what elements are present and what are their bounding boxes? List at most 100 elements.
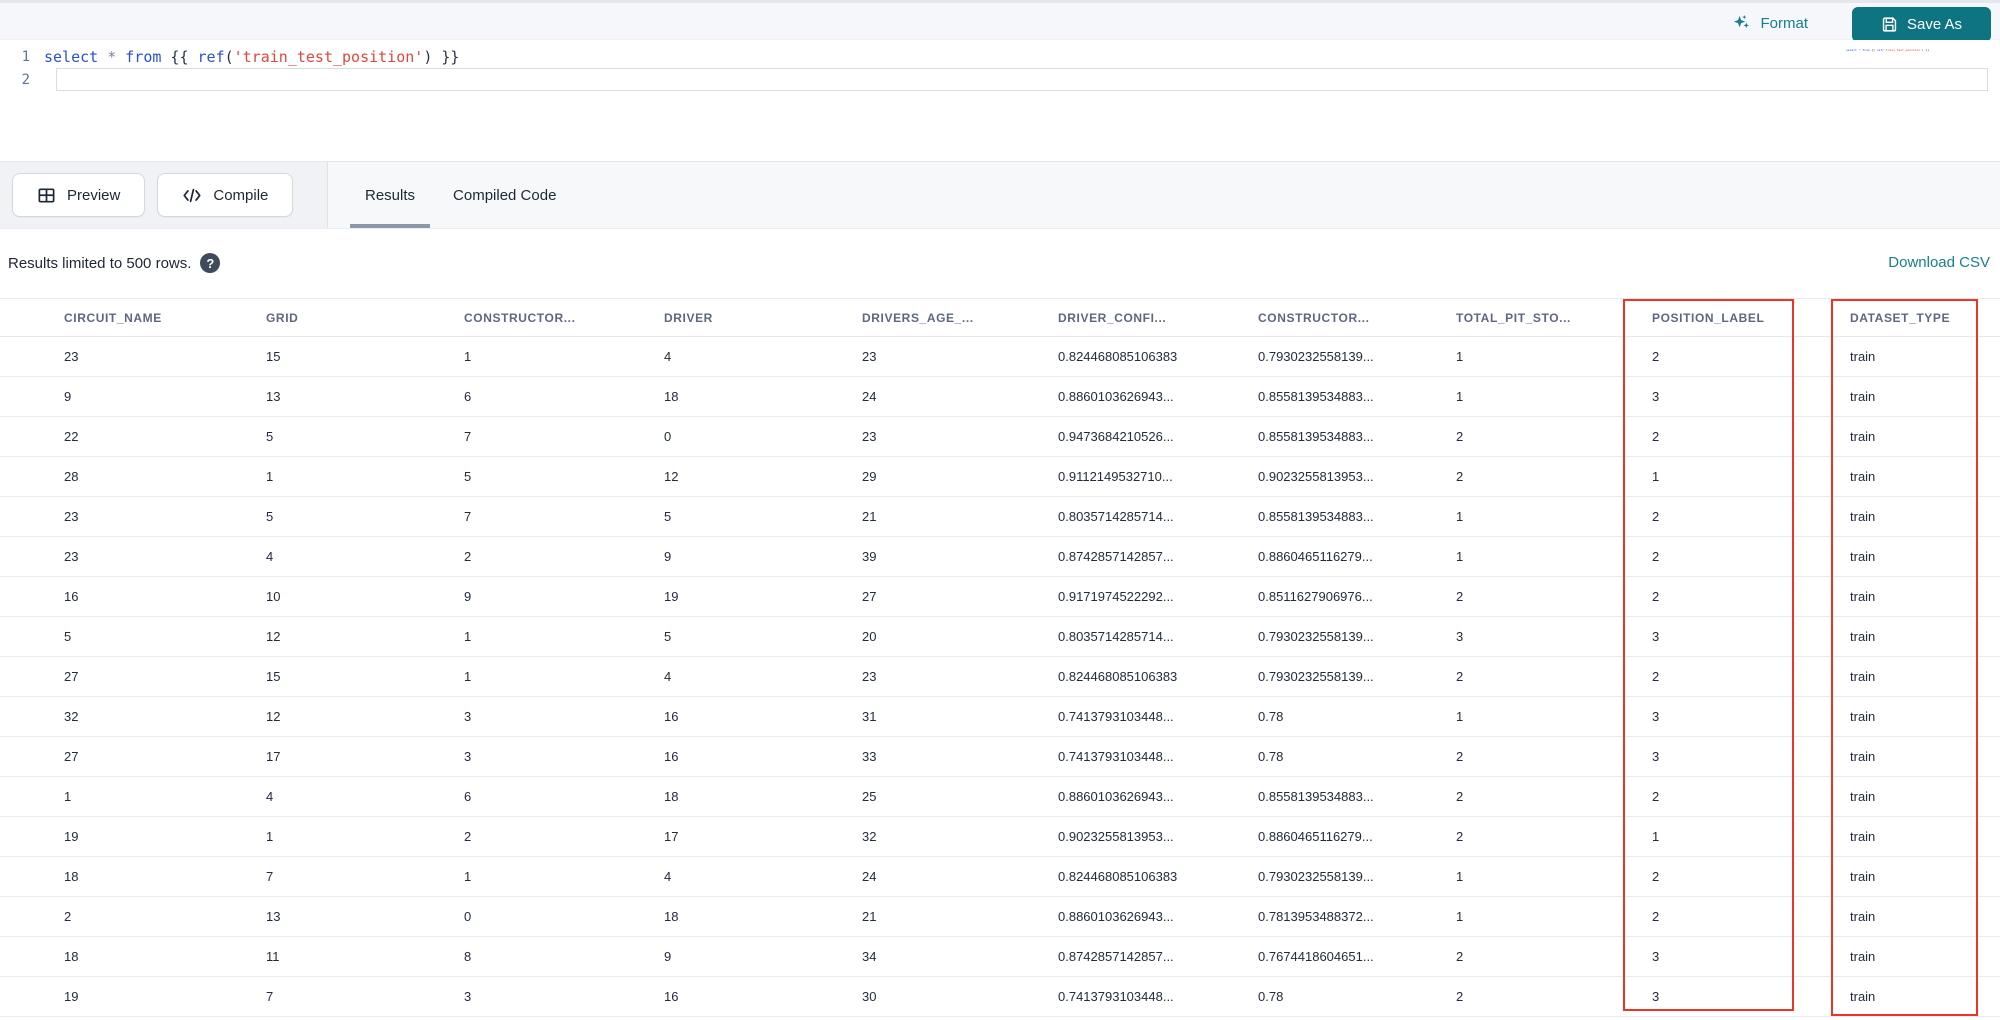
table-cell: 17 <box>664 816 862 857</box>
table-cell: 6 <box>464 376 664 417</box>
table-cell: 1 <box>464 856 664 897</box>
preview-button[interactable]: Preview <box>12 173 146 217</box>
table-cell: 3 <box>1652 376 1850 417</box>
table-cell: 2 <box>1652 776 1850 817</box>
table-cell: 0.7930232558139... <box>1258 336 1456 377</box>
table-cell: 2 <box>1456 416 1652 457</box>
code-brackets-icon <box>182 186 202 205</box>
table-cell: 0.78 <box>1258 736 1456 777</box>
table-cell: train <box>1850 336 2000 377</box>
table-cell: 0.8742857142857... <box>1058 536 1258 577</box>
column-header: TOTAL_PIT_STO... <box>1456 298 1652 337</box>
table-cell: 3 <box>464 976 664 1017</box>
table-cell: 6 <box>464 776 664 817</box>
table-cell: 11 <box>266 936 464 977</box>
table-cell: 3 <box>464 736 664 777</box>
table-cell: 3 <box>1652 976 1850 1017</box>
table-cell: 0.7674418604651... <box>1258 936 1456 977</box>
code-token: from <box>1862 48 1870 52</box>
table-cell: 3 <box>1652 936 1850 977</box>
table-cell: 7 <box>464 416 664 457</box>
compile-button-label: Compile <box>213 186 269 204</box>
column-header: DRIVERS_AGE_... <box>862 298 1058 337</box>
column-header: DRIVER <box>664 298 862 337</box>
table-cell: 1 <box>266 816 464 857</box>
table-cell: train <box>1850 416 2000 457</box>
help-icon[interactable]: ? <box>200 253 221 273</box>
compile-button[interactable]: Compile <box>157 173 294 217</box>
table-cell: 1 <box>1456 856 1652 897</box>
code-token: }} <box>432 47 460 66</box>
editor-minimap[interactable]: select * from {{ ref('train_test_positio… <box>1846 48 1966 56</box>
tab-results[interactable]: Results <box>350 162 431 228</box>
table-cell: 0.78 <box>1258 976 1456 1017</box>
table-cell: 39 <box>862 536 1058 577</box>
table-cell: 0.7413793103448... <box>1058 736 1258 777</box>
download-csv-link[interactable]: Download CSV <box>1888 254 1990 271</box>
table-cell: 34 <box>862 936 1058 977</box>
table-cell: 23 <box>862 416 1058 457</box>
table-cell: 0.9473684210526... <box>1058 416 1258 457</box>
table-cell: 32 <box>862 816 1058 857</box>
table-cell: 0.8035714285714... <box>1058 616 1258 657</box>
table-cell: 2 <box>1456 576 1652 617</box>
table-row: 23 4 2 9 39 0.8742857142857... 0.8860465116279… <box>0 536 2000 577</box>
table-cell: 18 <box>664 376 862 417</box>
table-cell: 23 <box>0 536 266 577</box>
table-cell: 3 <box>1652 696 1850 737</box>
column-header: CONSTRUCTOR... <box>464 298 664 337</box>
tab-compiled-code[interactable]: Compiled Code <box>438 162 571 228</box>
results-table: CIRCUIT_NAME GRID CONSTRUCTOR... DRIVER DRIV… <box>0 298 2000 1017</box>
table-cell: 1 <box>0 776 266 817</box>
table-cell: 0.824468085106383 <box>1058 856 1258 897</box>
line-number-2: 2 <box>21 71 30 88</box>
table-cell: 23 <box>0 336 266 377</box>
sql-editor[interactable]: 1 select * from {{ ref('train_test_posit… <box>0 40 2000 161</box>
save-as-button-label: Save As <box>1906 16 1963 33</box>
table-cell: train <box>1850 496 2000 537</box>
table-cell: 0.824468085106383 <box>1058 656 1258 697</box>
table-cell: 4 <box>664 856 862 897</box>
table-cell: 2 <box>1652 896 1850 937</box>
table-cell: 29 <box>862 456 1058 497</box>
table-cell: train <box>1850 856 2000 897</box>
table-cell: 10 <box>266 576 464 617</box>
table-row: 32 12 3 16 31 0.7413793103448... 0.78 1 3 train <box>0 696 2000 737</box>
table-cell: 9 <box>664 936 862 977</box>
table-cell: 0.8558139534883... <box>1258 776 1456 817</box>
table-cell: 3 <box>1456 616 1652 657</box>
table-cell: 4 <box>664 656 862 697</box>
code-line-2: 2 <box>0 68 2000 91</box>
table-cell: 0.8860465116279... <box>1258 816 1456 857</box>
table-cell: 15 <box>266 656 464 697</box>
table-cell: 1 <box>1456 336 1652 377</box>
table-cell: 32 <box>0 696 266 737</box>
table-cell: 0.9171974522292... <box>1058 576 1258 617</box>
table-row: 22 5 7 0 23 0.9473684210526... 0.8558139534883… <box>0 416 2000 457</box>
tab-results-label: Results <box>365 186 416 204</box>
table-cell: 0.78 <box>1258 696 1456 737</box>
save-as-button[interactable]: Save As <box>1852 7 1991 42</box>
code-token: select <box>1846 48 1857 52</box>
format-button[interactable]: Format <box>1732 10 1808 36</box>
table-row: 23 15 1 4 23 0.824468085106383 0.7930232558139… <box>0 336 2000 377</box>
table-row: 1 4 6 18 25 0.8860103626943... 0.8558139534883… <box>0 776 2000 817</box>
table-cell: train <box>1850 776 2000 817</box>
code-token: 'train_test_position' <box>233 47 424 66</box>
table-cell: 0.7413793103448... <box>1058 976 1258 1017</box>
table-cell: 0.8558139534883... <box>1258 376 1456 417</box>
code-token: * <box>107 47 117 66</box>
column-header: DRIVER_CONFI... <box>1058 298 1258 337</box>
table-cell: 19 <box>0 976 266 1017</box>
table-cell: 20 <box>862 616 1058 657</box>
table-cell: 19 <box>0 816 266 857</box>
table-cell: train <box>1850 696 2000 737</box>
table-cell: 4 <box>266 776 464 817</box>
table-cell: 4 <box>266 536 464 577</box>
table-row: 9 13 6 18 24 0.8860103626943... 0.855813953488… <box>0 376 2000 417</box>
table-cell: 7 <box>266 856 464 897</box>
table-row: 18 7 1 4 24 0.824468085106383 0.7930232558139.… <box>0 856 2000 897</box>
table-cell: 18 <box>0 936 266 977</box>
code-token: {{ <box>1869 48 1877 52</box>
code-token: 'train_test_position' <box>1883 48 1922 52</box>
